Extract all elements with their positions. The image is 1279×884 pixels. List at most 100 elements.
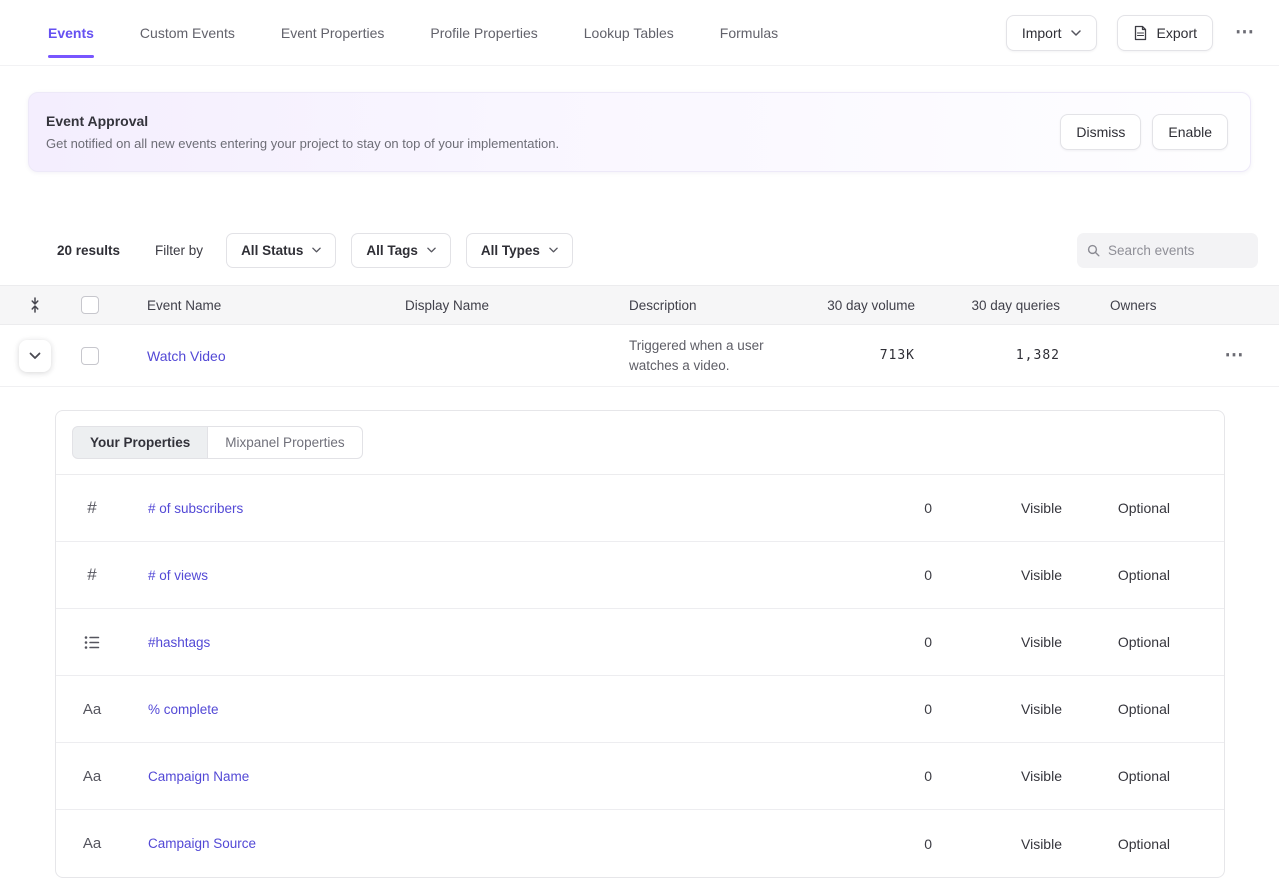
events-table-header: Event Name Display Name Description 30 d… xyxy=(0,285,1279,325)
nav-actions: Import Export ⋯ xyxy=(1006,15,1257,51)
search-input[interactable] xyxy=(1108,243,1248,258)
row-checkbox[interactable] xyxy=(81,347,99,365)
text-type-icon: Aa xyxy=(83,768,101,785)
property-value: 0 xyxy=(832,701,932,717)
export-button-label: Export xyxy=(1157,25,1197,41)
property-requirement: Optional xyxy=(1062,768,1170,784)
nav-tabs: Events Custom Events Event Properties Pr… xyxy=(48,0,778,65)
queries-value: 1,382 xyxy=(915,348,1060,363)
property-row: Aa Campaign Name 0 Visible Optional xyxy=(56,743,1224,810)
property-requirement: Optional xyxy=(1062,567,1170,583)
property-value: 0 xyxy=(832,634,932,650)
event-properties-panel: Your Properties Mixpanel Properties # # … xyxy=(55,410,1225,878)
header-event-name: Event Name xyxy=(120,298,380,313)
banner-actions: Dismiss Enable xyxy=(1060,114,1228,150)
list-type-icon xyxy=(84,635,100,650)
number-type-icon: # xyxy=(87,565,96,585)
property-value: 0 xyxy=(832,500,932,516)
chevron-down-icon xyxy=(312,247,321,253)
property-value: 0 xyxy=(832,836,932,852)
property-visibility: Visible xyxy=(932,768,1062,784)
event-name-link[interactable]: Watch Video xyxy=(147,348,226,364)
property-name-link[interactable]: #hashtags xyxy=(148,635,210,650)
header-description: Description xyxy=(605,298,805,313)
select-all-checkbox[interactable] xyxy=(81,296,99,314)
tab-event-properties-label: Event Properties xyxy=(281,25,385,41)
collapse-all-button[interactable] xyxy=(29,297,60,313)
banner-title: Event Approval xyxy=(46,113,559,129)
tab-events-label: Events xyxy=(48,25,94,41)
property-requirement: Optional xyxy=(1062,836,1170,852)
more-icon: ⋯ xyxy=(1235,22,1255,43)
import-button[interactable]: Import xyxy=(1006,15,1097,51)
collapse-all-icon xyxy=(29,297,41,313)
properties-tabs: Your Properties Mixpanel Properties xyxy=(56,411,1224,475)
import-button-label: Import xyxy=(1022,25,1062,41)
tab-mixpanel-properties-label: Mixpanel Properties xyxy=(225,435,344,450)
property-name-link[interactable]: Campaign Source xyxy=(148,836,256,851)
tab-your-properties-label: Your Properties xyxy=(90,435,190,450)
tab-your-properties[interactable]: Your Properties xyxy=(72,426,208,459)
property-name-link[interactable]: # of subscribers xyxy=(148,501,243,516)
enable-button[interactable]: Enable xyxy=(1152,114,1228,150)
property-value: 0 xyxy=(832,567,932,583)
property-name-link[interactable]: Campaign Name xyxy=(148,769,249,784)
export-csv-file-icon xyxy=(1133,25,1148,41)
banner-text: Event Approval Get notified on all new e… xyxy=(46,113,559,151)
event-approval-banner: Event Approval Get notified on all new e… xyxy=(28,92,1251,172)
results-count: 20 results xyxy=(57,243,120,258)
tab-mixpanel-properties[interactable]: Mixpanel Properties xyxy=(208,426,362,459)
tab-custom-events[interactable]: Custom Events xyxy=(140,0,235,65)
tags-filter-label: All Tags xyxy=(366,243,418,258)
filter-by-label: Filter by xyxy=(155,243,203,258)
number-type-icon: # xyxy=(87,498,96,518)
tab-profile-properties-label: Profile Properties xyxy=(430,25,537,41)
enable-button-label: Enable xyxy=(1168,124,1212,140)
tab-event-properties[interactable]: Event Properties xyxy=(281,0,385,65)
tab-lookup-tables-label: Lookup Tables xyxy=(584,25,674,41)
text-type-icon: Aa xyxy=(83,701,101,718)
top-nav: Events Custom Events Event Properties Pr… xyxy=(0,0,1279,66)
types-filter-dropdown[interactable]: All Types xyxy=(466,233,573,268)
search-box xyxy=(1077,233,1258,268)
tab-custom-events-label: Custom Events xyxy=(140,25,235,41)
chevron-down-icon xyxy=(427,247,436,253)
property-name-link[interactable]: % complete xyxy=(148,702,219,717)
chevron-down-icon xyxy=(549,247,558,253)
row-more-options-button[interactable]: ⋯ xyxy=(1223,342,1247,369)
tab-lookup-tables[interactable]: Lookup Tables xyxy=(584,0,674,65)
header-30-day-volume: 30 day volume xyxy=(805,298,915,313)
dismiss-button[interactable]: Dismiss xyxy=(1060,114,1141,150)
event-description: Triggered when a user watches a video. xyxy=(629,336,805,376)
nav-more-options-button[interactable]: ⋯ xyxy=(1233,19,1257,46)
header-owners: Owners xyxy=(1060,298,1190,313)
tab-events[interactable]: Events xyxy=(48,0,94,65)
tab-profile-properties[interactable]: Profile Properties xyxy=(430,0,537,65)
tab-formulas[interactable]: Formulas xyxy=(720,0,778,65)
chevron-down-icon xyxy=(29,352,41,360)
text-type-icon: Aa xyxy=(83,835,101,852)
property-row: #hashtags 0 Visible Optional xyxy=(56,609,1224,676)
header-display-name: Display Name xyxy=(380,298,605,313)
status-filter-dropdown[interactable]: All Status xyxy=(226,233,336,268)
property-row: Aa % complete 0 Visible Optional xyxy=(56,676,1224,743)
banner-description: Get notified on all new events entering … xyxy=(46,136,559,151)
status-filter-label: All Status xyxy=(241,243,303,258)
tab-formulas-label: Formulas xyxy=(720,25,778,41)
volume-value: 713K xyxy=(805,348,915,363)
property-visibility: Visible xyxy=(932,567,1062,583)
export-button[interactable]: Export xyxy=(1117,15,1213,51)
event-row-watch-video: Watch Video Triggered when a user watche… xyxy=(0,325,1279,387)
property-visibility: Visible xyxy=(932,500,1062,516)
property-row: Aa Campaign Source 0 Visible Optional xyxy=(56,810,1224,877)
chevron-down-icon xyxy=(1071,30,1081,36)
types-filter-label: All Types xyxy=(481,243,540,258)
property-row: # # of views 0 Visible Optional xyxy=(56,542,1224,609)
header-30-day-queries: 30 day queries xyxy=(915,298,1060,313)
collapse-row-button[interactable] xyxy=(19,340,51,372)
property-requirement: Optional xyxy=(1062,500,1170,516)
property-name-link[interactable]: # of views xyxy=(148,568,208,583)
property-value: 0 xyxy=(832,768,932,784)
more-icon: ⋯ xyxy=(1225,345,1245,366)
tags-filter-dropdown[interactable]: All Tags xyxy=(351,233,451,268)
